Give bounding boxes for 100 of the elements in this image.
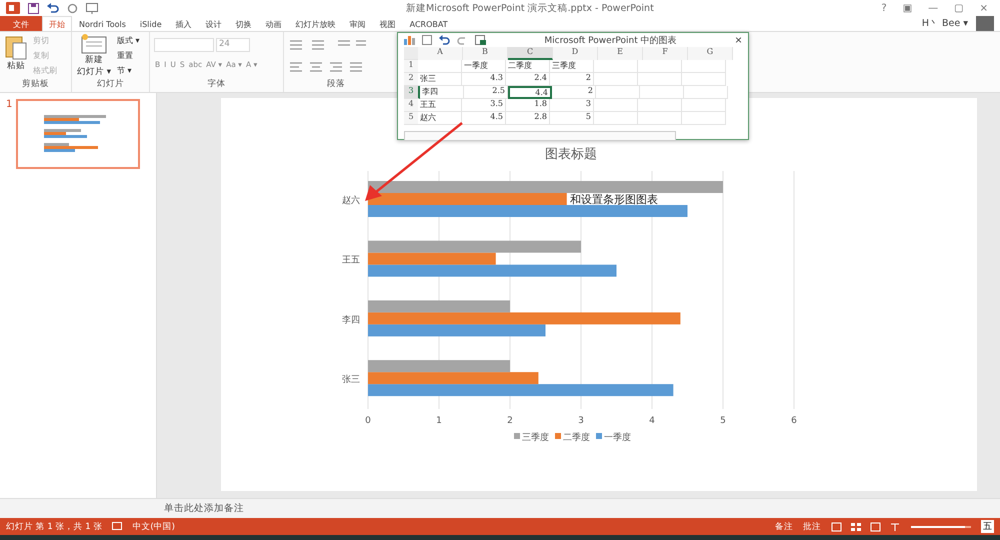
table-cell[interactable] bbox=[638, 112, 682, 125]
new-slide-button[interactable]: 新建 幻灯片 ▾ bbox=[76, 34, 112, 78]
row-header[interactable]: 1 bbox=[404, 60, 418, 73]
excel-icon[interactable] bbox=[475, 35, 486, 45]
window-control[interactable]: ▣ bbox=[896, 2, 918, 14]
column-header[interactable]: B bbox=[463, 47, 508, 60]
table-cell[interactable]: 一季度 bbox=[462, 60, 506, 73]
table-cell[interactable] bbox=[594, 73, 638, 86]
table-cell[interactable] bbox=[640, 86, 684, 99]
column-header[interactable]: G bbox=[688, 47, 733, 60]
column-header[interactable]: A bbox=[418, 47, 463, 60]
table-cell[interactable]: 三季度 bbox=[550, 60, 594, 73]
slide-icon bbox=[80, 34, 107, 54]
table-cell[interactable]: 赵六 bbox=[418, 112, 462, 125]
slide-action[interactable]: 版式 ▾ bbox=[116, 34, 141, 47]
slide-number: 1 bbox=[6, 99, 12, 110]
comments-button[interactable]: 批注 bbox=[803, 520, 821, 532]
table-cell[interactable] bbox=[638, 99, 682, 112]
row-header[interactable]: 3 bbox=[404, 86, 420, 99]
table-cell[interactable] bbox=[682, 60, 726, 73]
table-cell[interactable]: 5 bbox=[550, 112, 594, 125]
table-cell[interactable]: 2 bbox=[550, 73, 594, 86]
window-control[interactable]: ? bbox=[875, 2, 893, 14]
window-control[interactable]: × bbox=[974, 2, 994, 14]
axis-label: 王五 bbox=[342, 256, 360, 266]
table-cell[interactable] bbox=[594, 99, 638, 112]
row-header[interactable]: 5 bbox=[404, 112, 418, 125]
slide-thumbnail[interactable] bbox=[16, 99, 140, 169]
account-name[interactable]: H丶 Bee ▾ bbox=[922, 17, 968, 30]
table-cell[interactable] bbox=[638, 60, 682, 73]
table-cell[interactable]: 张三 bbox=[418, 73, 462, 86]
window-title: Microsoft PowerPoint 中的图表 bbox=[543, 34, 678, 46]
column-header[interactable]: F bbox=[643, 47, 688, 60]
tick-label: 3 bbox=[578, 416, 584, 426]
legend-label: 三季度 bbox=[522, 433, 549, 443]
axis-label: 张三 bbox=[342, 375, 360, 386]
table-cell[interactable] bbox=[638, 73, 682, 86]
table-cell[interactable] bbox=[594, 60, 638, 73]
ime-indicator[interactable]: 五 bbox=[981, 520, 994, 533]
chart-title: 图表标题 bbox=[545, 147, 597, 162]
undo-icon[interactable] bbox=[47, 2, 59, 14]
group-label: 幻灯片 bbox=[96, 78, 125, 90]
slide-info: 幻灯片 第 1 张，共 1 张 bbox=[6, 520, 102, 532]
table-cell[interactable] bbox=[594, 112, 638, 125]
row-header[interactable]: 2 bbox=[404, 73, 418, 86]
table-cell[interactable]: 3 bbox=[550, 99, 594, 112]
table-cell[interactable] bbox=[596, 86, 640, 99]
overlay-text: 和设置条形图图表 bbox=[570, 193, 658, 206]
chart-icon[interactable] bbox=[404, 35, 415, 45]
view-icons-drawing[interactable] bbox=[831, 522, 901, 532]
table-cell[interactable]: 4.3 bbox=[462, 73, 506, 86]
slide-action[interactable]: 节 ▾ bbox=[116, 64, 141, 77]
table-cell[interactable]: 2.4 bbox=[506, 73, 550, 86]
language[interactable]: 中文(中国) bbox=[132, 520, 175, 532]
legend-label: 一季度 bbox=[604, 433, 631, 443]
notes-button[interactable]: 备注 bbox=[775, 520, 793, 532]
window-control[interactable]: — bbox=[922, 2, 944, 14]
table-cell[interactable] bbox=[682, 112, 726, 125]
notes-field[interactable]: 单击此处添加备注 bbox=[164, 502, 244, 515]
window-title: 新建Microsoft PowerPoint 演示文稿.pptx - PowerPoint bbox=[405, 2, 655, 14]
column-header[interactable]: C bbox=[508, 47, 553, 60]
table-cell[interactable] bbox=[418, 60, 462, 73]
tick-label: 5 bbox=[720, 416, 726, 426]
close-button[interactable]: × bbox=[734, 33, 742, 47]
clipboard-icon bbox=[5, 34, 27, 60]
group-label: 段落 bbox=[326, 78, 346, 90]
table-cell[interactable]: 李四 bbox=[420, 86, 464, 99]
column-header[interactable]: E bbox=[598, 47, 643, 60]
ribbon-tab[interactable]: 开始 bbox=[42, 16, 72, 31]
table-cell[interactable]: 王五 bbox=[418, 99, 462, 112]
ribbon-tab[interactable]: 文件 bbox=[0, 16, 42, 31]
table-cell[interactable]: 1.8 bbox=[506, 99, 550, 112]
axis-label: 赵六 bbox=[342, 196, 360, 206]
table-cell[interactable]: 2.8 bbox=[506, 112, 550, 125]
paste-button[interactable]: 粘贴 bbox=[4, 34, 28, 78]
slideshow-icon[interactable] bbox=[86, 2, 98, 14]
table-cell[interactable]: 2.5 bbox=[464, 86, 508, 99]
table-cell[interactable]: 二季度 bbox=[506, 60, 550, 73]
window-control[interactable]: ▢ bbox=[948, 2, 970, 14]
group-label: 字体 bbox=[206, 78, 226, 90]
tick-label: 0 bbox=[365, 416, 371, 426]
column-header[interactable]: D bbox=[553, 47, 598, 60]
tick-label: 1 bbox=[436, 416, 442, 426]
table-cell[interactable]: 3.5 bbox=[462, 99, 506, 112]
axis-label: 李四 bbox=[342, 315, 360, 326]
font-name-field[interactable] bbox=[154, 38, 214, 52]
table-cell[interactable] bbox=[682, 99, 726, 112]
tick-label: 6 bbox=[791, 416, 797, 426]
row-header[interactable]: 4 bbox=[404, 99, 418, 112]
scrollbar[interactable] bbox=[404, 131, 676, 141]
list-icons-drawing[interactable] bbox=[288, 38, 368, 52]
table-cell[interactable]: 4.5 bbox=[462, 112, 506, 125]
undo-icon[interactable] bbox=[439, 35, 450, 45]
table-cell[interactable] bbox=[682, 73, 726, 86]
group-label: 剪贴板 bbox=[21, 78, 50, 90]
slide-action[interactable]: 重置 bbox=[116, 49, 141, 62]
avatar[interactable] bbox=[976, 16, 994, 31]
table-cell[interactable]: 4.4 bbox=[508, 86, 552, 99]
table-cell[interactable]: 2 bbox=[552, 86, 596, 99]
table-cell[interactable] bbox=[684, 86, 728, 99]
